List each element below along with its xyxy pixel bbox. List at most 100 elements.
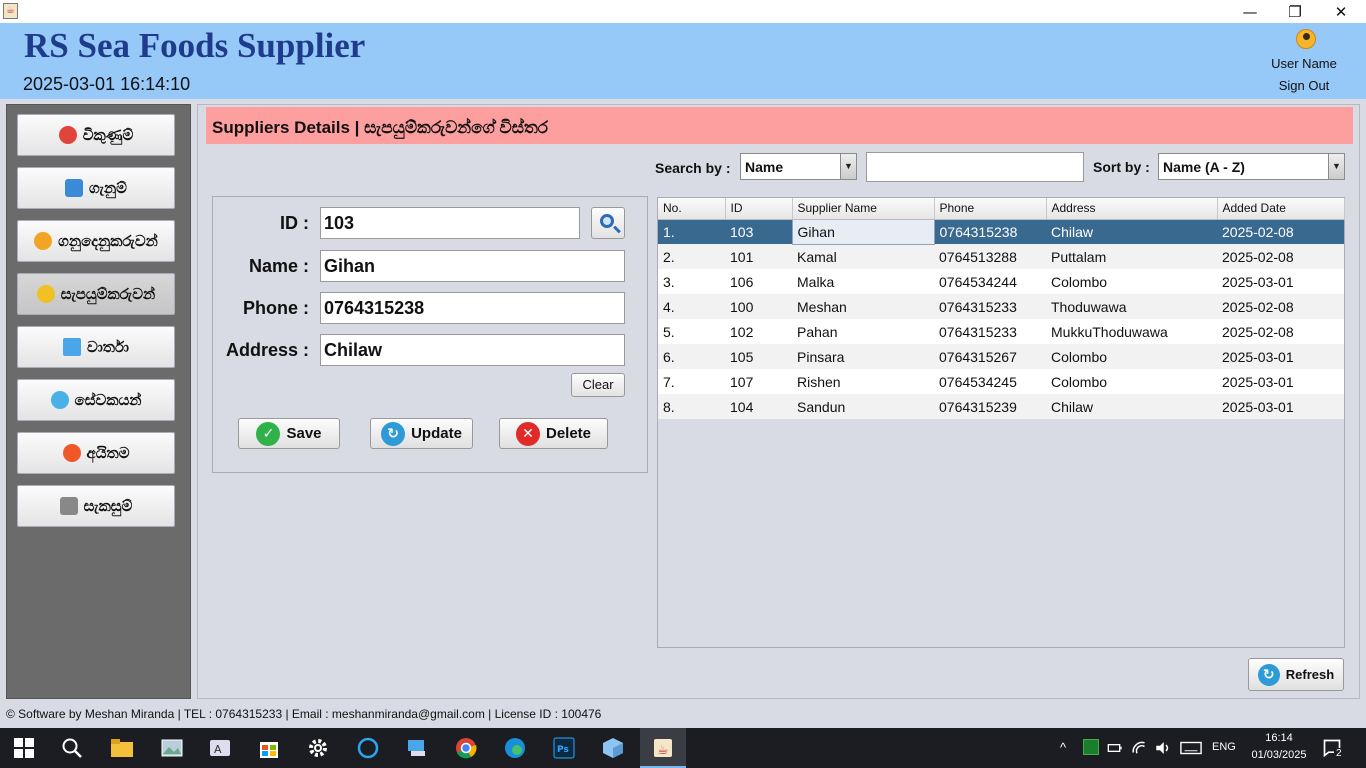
table-row[interactable]: 7. 107 Rishen 0764534245 Colombo 2025-03… — [658, 369, 1344, 394]
table-cell: Colombo — [1046, 344, 1217, 369]
sidebar-item-customers[interactable]: ගනුදෙනුකරුවන් — [17, 220, 175, 262]
supplier-icon — [36, 285, 55, 303]
close-button[interactable]: ✕ — [1318, 0, 1364, 23]
translate-icon[interactable]: A — [208, 736, 232, 760]
sidebar-item-employees[interactable]: සේවකයන් — [17, 379, 175, 421]
settings-gear-icon[interactable] — [306, 736, 330, 760]
table-cell: 0764534244 — [934, 269, 1046, 294]
column-header[interactable]: Added Date — [1217, 198, 1345, 220]
chevron-up-icon[interactable]: ^ — [1060, 740, 1066, 755]
phone-label: Phone : — [243, 298, 309, 318]
table-row[interactable]: 5. 102 Pahan 0764315233 MukkuThoduwawa 2… — [658, 319, 1344, 344]
refresh-label: Refresh — [1285, 667, 1335, 682]
table-row[interactable]: 3. 106 Malka 0764534244 Colombo 2025-03-… — [658, 269, 1344, 294]
table-cell: 2025-02-08 — [1217, 219, 1344, 244]
table-cell: 0764315239 — [934, 394, 1046, 419]
supplier-form: ID : 103 Name : Gihan Phone : 0764315238… — [212, 196, 648, 473]
battery-icon[interactable] — [1106, 740, 1124, 756]
table-cell: 1. — [658, 219, 725, 244]
table-cell: 2025-03-01 — [1217, 269, 1344, 294]
update-button[interactable]: ↻ Update — [370, 418, 473, 449]
column-header[interactable]: Address — [1046, 198, 1218, 220]
sidebar-item-reports[interactable]: වාර්තා — [17, 326, 175, 368]
delete-label: Delete — [545, 425, 592, 442]
3d-viewer-icon[interactable] — [601, 736, 625, 760]
edge-icon[interactable] — [503, 736, 527, 760]
cart-icon — [65, 179, 84, 197]
table-cell: 103 — [725, 219, 792, 244]
clock-time[interactable]: 16:14 — [1248, 732, 1310, 744]
phone-field[interactable]: 0764315238 — [320, 292, 625, 324]
table-cell: Gihan — [791, 218, 935, 245]
column-header[interactable]: ID — [725, 198, 793, 220]
title-bar: ☕ — ❐ ✕ — [0, 0, 1366, 23]
store-icon[interactable] — [257, 736, 281, 760]
address-field[interactable]: Chilaw — [320, 334, 625, 366]
volume-icon[interactable] — [1154, 739, 1172, 757]
sidebar-item-purchases[interactable]: ගැනුම් — [17, 167, 175, 209]
delete-button[interactable]: ✕ Delete — [499, 418, 608, 449]
language-indicator[interactable]: ENG — [1212, 741, 1236, 753]
save-button[interactable]: ✓ Save — [238, 418, 340, 449]
suppliers-table[interactable]: No. ID Supplier Name Phone Address Added… — [657, 197, 1345, 648]
search-input[interactable] — [866, 152, 1084, 182]
column-header[interactable]: No. — [658, 198, 726, 220]
search-id-button[interactable] — [591, 207, 625, 239]
table-row[interactable]: 1. 103 Gihan 0764315238 Chilaw 2025-02-0… — [658, 218, 1344, 245]
sort-by-select[interactable]: Name (A - Z) ▼ — [1158, 153, 1345, 180]
table-row[interactable]: 2. 101 Kamal 0764513288 Puttalam 2025-02… — [658, 244, 1344, 269]
refresh-icon: ↻ — [381, 421, 406, 446]
remote-desktop-icon[interactable] — [405, 736, 429, 760]
sign-out-link[interactable]: Sign Out — [1260, 78, 1348, 93]
table-cell: 6. — [658, 344, 725, 369]
sidebar-item-sales[interactable]: විකුණුම් — [17, 114, 175, 156]
search-icon[interactable] — [60, 736, 84, 760]
file-explorer-icon[interactable] — [110, 736, 134, 760]
windows-start-icon[interactable] — [12, 736, 36, 760]
taskbar-active-app[interactable]: ☕ — [640, 728, 686, 768]
taskbar: A Ps ☕ ^ ENG 16:14 01/03/2025 2 — [0, 728, 1366, 768]
svg-text:Ps: Ps — [557, 745, 569, 755]
table-cell: 2. — [658, 244, 725, 269]
column-header[interactable]: Supplier Name — [792, 198, 935, 220]
sidebar-item-label: සැපයුම්කරුවන් — [60, 285, 156, 303]
sidebar-item-suppliers[interactable]: සැපයුම්කරුවන් — [17, 273, 175, 315]
refresh-button[interactable]: ↻ Refresh — [1248, 658, 1344, 691]
app-title: RS Sea Foods Supplier — [24, 26, 366, 65]
tray-app-icon[interactable] — [1082, 738, 1100, 756]
column-header[interactable]: Phone — [934, 198, 1047, 220]
app-header: RS Sea Foods Supplier 2025-03-01 16:14:1… — [0, 23, 1366, 99]
table-row[interactable]: 8. 104 Sandun 0764315239 Chilaw 2025-03-… — [658, 394, 1344, 419]
footer-info: © Software by Meshan Miranda | TEL : 076… — [6, 707, 602, 721]
sidebar: විකුණුම් ගැනුම් ගනුදෙනුකරුවන් සැපයුම්කරු… — [6, 104, 191, 699]
keyboard-icon[interactable] — [1180, 740, 1202, 756]
table-cell: Chilaw — [1046, 219, 1217, 244]
search-by-select[interactable]: Name ▼ — [740, 153, 857, 180]
id-field[interactable]: 103 — [320, 207, 580, 239]
report-icon — [63, 338, 82, 356]
clear-button[interactable]: Clear — [571, 373, 625, 397]
clock-date[interactable]: 01/03/2025 — [1248, 749, 1310, 761]
app-window: ☕ — ❐ ✕ RS Sea Foods Supplier 2025-03-01… — [0, 0, 1366, 768]
photos-icon[interactable] — [160, 736, 184, 760]
sort-by-value: Name (A - Z) — [1163, 159, 1245, 175]
sidebar-item-settings[interactable]: සැකසුම් — [17, 485, 175, 527]
name-field[interactable]: Gihan — [320, 250, 625, 282]
minimize-button[interactable]: — — [1227, 0, 1273, 23]
wifi-icon[interactable] — [1131, 739, 1149, 757]
table-cell: Pahan — [792, 319, 934, 344]
cortana-icon[interactable] — [356, 736, 380, 760]
table-cell: 5. — [658, 319, 725, 344]
table-cell: 0764513288 — [934, 244, 1046, 269]
chrome-icon[interactable] — [454, 736, 478, 760]
restore-button[interactable]: ❐ — [1272, 0, 1318, 23]
table-row[interactable]: 4. 100 Meshan 0764315233 Thoduwawa 2025-… — [658, 294, 1344, 319]
table-row[interactable]: 6. 105 Pinsara 0764315267 Colombo 2025-0… — [658, 344, 1344, 369]
sidebar-item-items[interactable]: අයිතම — [17, 432, 175, 474]
table-cell: 0764534245 — [934, 369, 1046, 394]
table-cell: 101 — [725, 244, 792, 269]
sort-by-label: Sort by : — [1093, 159, 1150, 175]
table-cell: 2025-02-08 — [1217, 244, 1344, 269]
table-cell: Malka — [792, 269, 934, 294]
photoshop-icon[interactable]: Ps — [552, 736, 576, 760]
